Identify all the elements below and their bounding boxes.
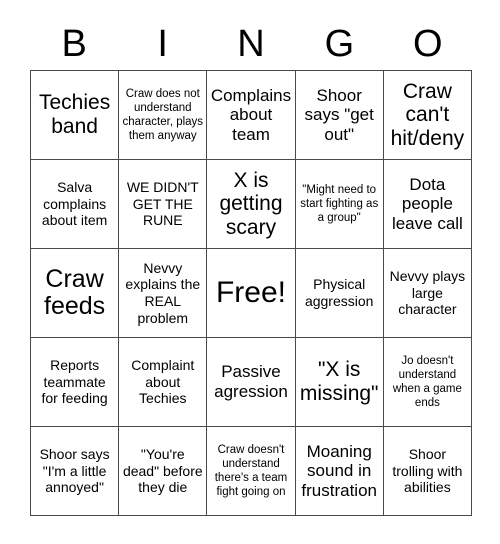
bingo-cell-text: Craw does not understand character, play… — [122, 87, 204, 143]
bingo-card: B I N G O Techies band Craw does not und… — [0, 0, 500, 544]
bingo-cell-text: "X is missing" — [299, 358, 379, 405]
bingo-cell-text: Shoor says "get out" — [304, 85, 374, 144]
header-letter-i: I — [157, 23, 168, 65]
bingo-cell-g5[interactable]: Moaning sound in frustration — [295, 427, 384, 516]
bingo-cell-text: Moaning sound in frustration — [301, 441, 377, 500]
bingo-cell-o1[interactable]: Craw can't hit/deny — [383, 71, 472, 160]
bingo-cell-b4[interactable]: Reports teammate for feeding — [31, 338, 120, 427]
bingo-cell-o3[interactable]: Nevvy plays large character — [383, 249, 472, 338]
bingo-cell-text: Passive agression — [214, 362, 288, 401]
bingo-cell-i2[interactable]: WE DIDN'T GET THE RUNE — [119, 160, 208, 249]
bingo-cell-o2[interactable]: Dota people leave call — [383, 160, 472, 249]
header-letter-g: G — [324, 23, 355, 65]
bingo-cell-text: Jo doesn't understand when a game ends — [392, 354, 462, 410]
bingo-cell-g2[interactable]: "Might need to start fighting as a group… — [295, 160, 384, 249]
bingo-header-row: B I N G O — [30, 18, 472, 70]
bingo-cell-text: Salva complains about item — [41, 179, 108, 229]
bingo-cell-b2[interactable]: Salva complains about item — [31, 160, 120, 249]
bingo-cell-b3[interactable]: Craw feeds — [31, 249, 120, 338]
bingo-cell-n1[interactable]: Complains about team — [207, 71, 296, 160]
bingo-cell-g1[interactable]: Shoor says "get out" — [295, 71, 384, 160]
bingo-cell-text: Nevvy explains the REAL problem — [125, 259, 201, 326]
bingo-cell-text: Craw can't hit/deny — [390, 79, 465, 150]
bingo-cell-text: Physical aggression — [304, 276, 374, 309]
bingo-cell-i4[interactable]: Complaint about Techies — [119, 338, 208, 427]
bingo-cell-free[interactable]: Free! — [207, 249, 296, 338]
bingo-cell-b5[interactable]: Shoor says "I'm a little annoyed" — [31, 427, 120, 516]
bingo-cell-text: Shoor trolling with abilities — [392, 446, 463, 496]
bingo-cell-o4[interactable]: Jo doesn't understand when a game ends — [383, 338, 472, 427]
header-letter-o: O — [413, 23, 443, 65]
bingo-cell-g3[interactable]: Physical aggression — [295, 249, 384, 338]
header-letter-b: B — [61, 23, 87, 65]
bingo-cell-g4[interactable]: "X is missing" — [295, 338, 384, 427]
bingo-cell-text: Craw feeds — [44, 264, 106, 320]
bingo-cell-i1[interactable]: Craw does not understand character, play… — [119, 71, 208, 160]
bingo-cell-n4[interactable]: Passive agression — [207, 338, 296, 427]
bingo-cell-n5[interactable]: Craw doesn't understand there's a team f… — [207, 427, 296, 516]
bingo-cell-o5[interactable]: Shoor trolling with abilities — [383, 427, 472, 516]
bingo-cell-text: Dota people leave call — [391, 174, 463, 233]
bingo-cell-i5[interactable]: "You're dead" before they die — [119, 427, 208, 516]
bingo-grid: Techies band Craw does not understand ch… — [30, 70, 472, 516]
bingo-cell-text: Techies band — [38, 91, 111, 138]
bingo-cell-text: "Might need to start fighting as a group… — [300, 183, 379, 224]
bingo-cell-text: Complaint about Techies — [131, 357, 195, 407]
bingo-cell-text: "You're dead" before they die — [122, 446, 203, 496]
bingo-cell-b1[interactable]: Techies band — [31, 71, 120, 160]
bingo-cell-text: WE DIDN'T GET THE RUNE — [126, 179, 199, 229]
bingo-free-space-text: Free! — [215, 276, 286, 310]
bingo-cell-text: Shoor says "I'm a little annoyed" — [39, 446, 110, 496]
bingo-cell-text: Nevvy plays large character — [389, 268, 466, 318]
bingo-cell-text: Craw doesn't understand there's a team f… — [214, 443, 288, 499]
bingo-cell-n2[interactable]: X is getting scary — [207, 160, 296, 249]
bingo-cell-text: X is getting scary — [219, 168, 283, 239]
header-letter-n: N — [237, 23, 265, 65]
bingo-cell-i3[interactable]: Nevvy explains the REAL problem — [119, 249, 208, 338]
bingo-cell-text: Complains about team — [210, 85, 292, 144]
bingo-cell-text: Reports teammate for feeding — [41, 357, 108, 407]
